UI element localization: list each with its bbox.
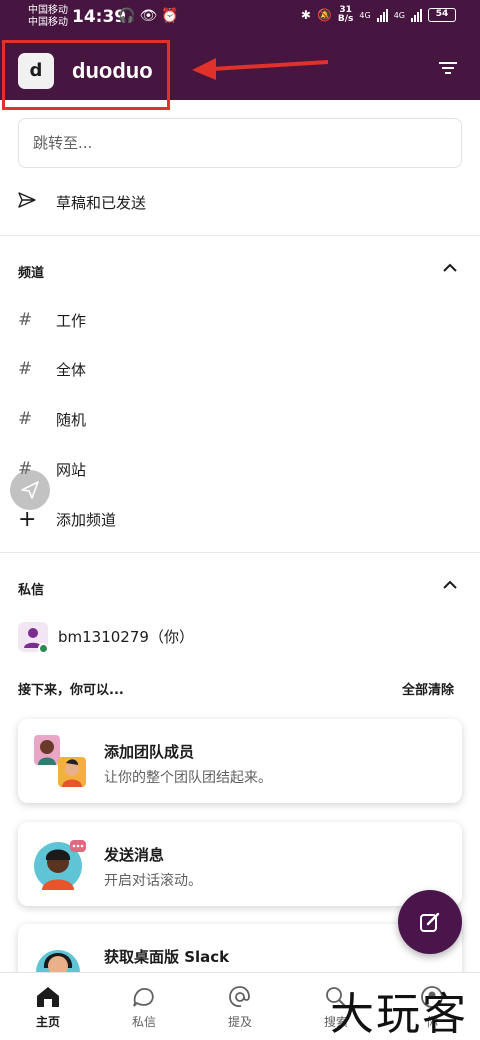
- channel-item-all[interactable]: # 全体: [18, 349, 462, 389]
- hash-icon: #: [18, 310, 33, 330]
- channel-item-website[interactable]: # 网站: [18, 449, 462, 489]
- card-subtitle: 让你的整个团队团结起来。: [104, 770, 272, 786]
- channel-label: 全体: [56, 360, 87, 379]
- status-icons-left: 🎧👁⏰: [118, 8, 183, 24]
- channels-section-title[interactable]: 频道: [18, 262, 44, 281]
- hash-icon: #: [18, 359, 33, 379]
- compose-icon: [420, 912, 440, 932]
- card-title: 获取桌面版 Slack: [104, 948, 230, 966]
- nav-home[interactable]: 主页: [0, 973, 96, 1040]
- chevron-up-icon[interactable]: [442, 579, 458, 591]
- nav-label: 提及: [227, 1015, 252, 1029]
- network-type-1: 4G: [359, 10, 371, 20]
- carrier-2: 中国移动: [28, 17, 68, 28]
- paper-plane-icon: [21, 481, 39, 499]
- message-illustration-icon: [34, 840, 86, 890]
- network-speed: 31 B/s: [338, 6, 354, 24]
- drafts-label: 草稿和已发送: [56, 193, 147, 212]
- mention-icon: [229, 986, 250, 1008]
- jump-to-box[interactable]: [18, 118, 462, 168]
- add-channel-item[interactable]: + 添加频道: [18, 499, 462, 539]
- signal-icon-2: [411, 8, 422, 22]
- messages-icon: [133, 988, 154, 1007]
- add-team-members-card[interactable]: 添加团队成员 让你的整个团队团结起来。: [18, 719, 462, 803]
- drafts-and-sent-item[interactable]: 草稿和已发送: [18, 182, 462, 222]
- nav-messages[interactable]: 私信: [96, 973, 192, 1040]
- channel-label: 随机: [56, 410, 87, 429]
- nav-mentions[interactable]: 提及: [192, 973, 288, 1040]
- headphones-icon: 🎧: [118, 8, 140, 24]
- home-icon: [37, 987, 59, 1007]
- online-status-dot: [38, 643, 49, 654]
- floating-share-button[interactable]: [10, 470, 50, 510]
- annotation-arrow-icon: [192, 58, 329, 80]
- send-message-card[interactable]: 发送消息 开启对话滚动。: [18, 822, 462, 906]
- bluetooth-icon: ✱: [300, 8, 311, 22]
- nav-label: 私信: [131, 1015, 156, 1029]
- plus-icon: +: [18, 506, 37, 532]
- channel-label: 网站: [56, 460, 87, 479]
- next-steps-title: 接下来，你可以...: [18, 683, 124, 698]
- divider: [0, 235, 480, 236]
- carrier-info: 中国移动 中国移动: [28, 5, 68, 29]
- network-type-2: 4G: [393, 10, 405, 20]
- filter-icon[interactable]: [438, 60, 458, 76]
- carrier-1: 中国移动: [28, 5, 68, 16]
- add-channel-label: 添加频道: [56, 510, 117, 529]
- divider: [0, 552, 480, 553]
- card-title: 添加团队成员: [104, 743, 195, 761]
- battery-icon: 54: [428, 8, 456, 22]
- mute-icon: 🔕: [316, 8, 332, 22]
- dm-section-title[interactable]: 私信: [18, 579, 44, 598]
- card-title: 发送消息: [104, 846, 165, 864]
- jump-to-input[interactable]: [19, 119, 461, 167]
- eye-icon: 👁: [139, 8, 162, 24]
- status-bar: 中国移动 中国移动 14:39 🎧👁⏰ ✱ 🔕 31 B/s 4G 4G 54: [0, 0, 480, 36]
- dm-self-name[interactable]: bm1310279（你）: [58, 626, 194, 647]
- annotation-highlight-box: [2, 40, 170, 110]
- channel-item-random[interactable]: # 随机: [18, 399, 462, 439]
- compose-button[interactable]: [398, 890, 462, 954]
- chevron-up-icon[interactable]: [442, 262, 458, 274]
- hash-icon: #: [18, 409, 33, 429]
- card-subtitle: 开启对话滚动。: [104, 873, 202, 889]
- channel-label: 工作: [56, 311, 87, 330]
- alarm-icon: ⏰: [161, 8, 183, 24]
- site-watermark: 大玩客: [330, 989, 468, 1040]
- status-icons-right: ✱ 🔕 31 B/s 4G 4G 54: [301, 6, 456, 24]
- clear-all-button[interactable]: 全部清除: [402, 679, 454, 698]
- channel-item-work[interactable]: # 工作: [18, 300, 462, 340]
- team-illustration-icon: [34, 735, 86, 787]
- speed-unit: B/s: [337, 14, 354, 24]
- signal-icon: [376, 8, 388, 22]
- send-icon: [18, 191, 56, 213]
- nav-label: 主页: [35, 1015, 60, 1029]
